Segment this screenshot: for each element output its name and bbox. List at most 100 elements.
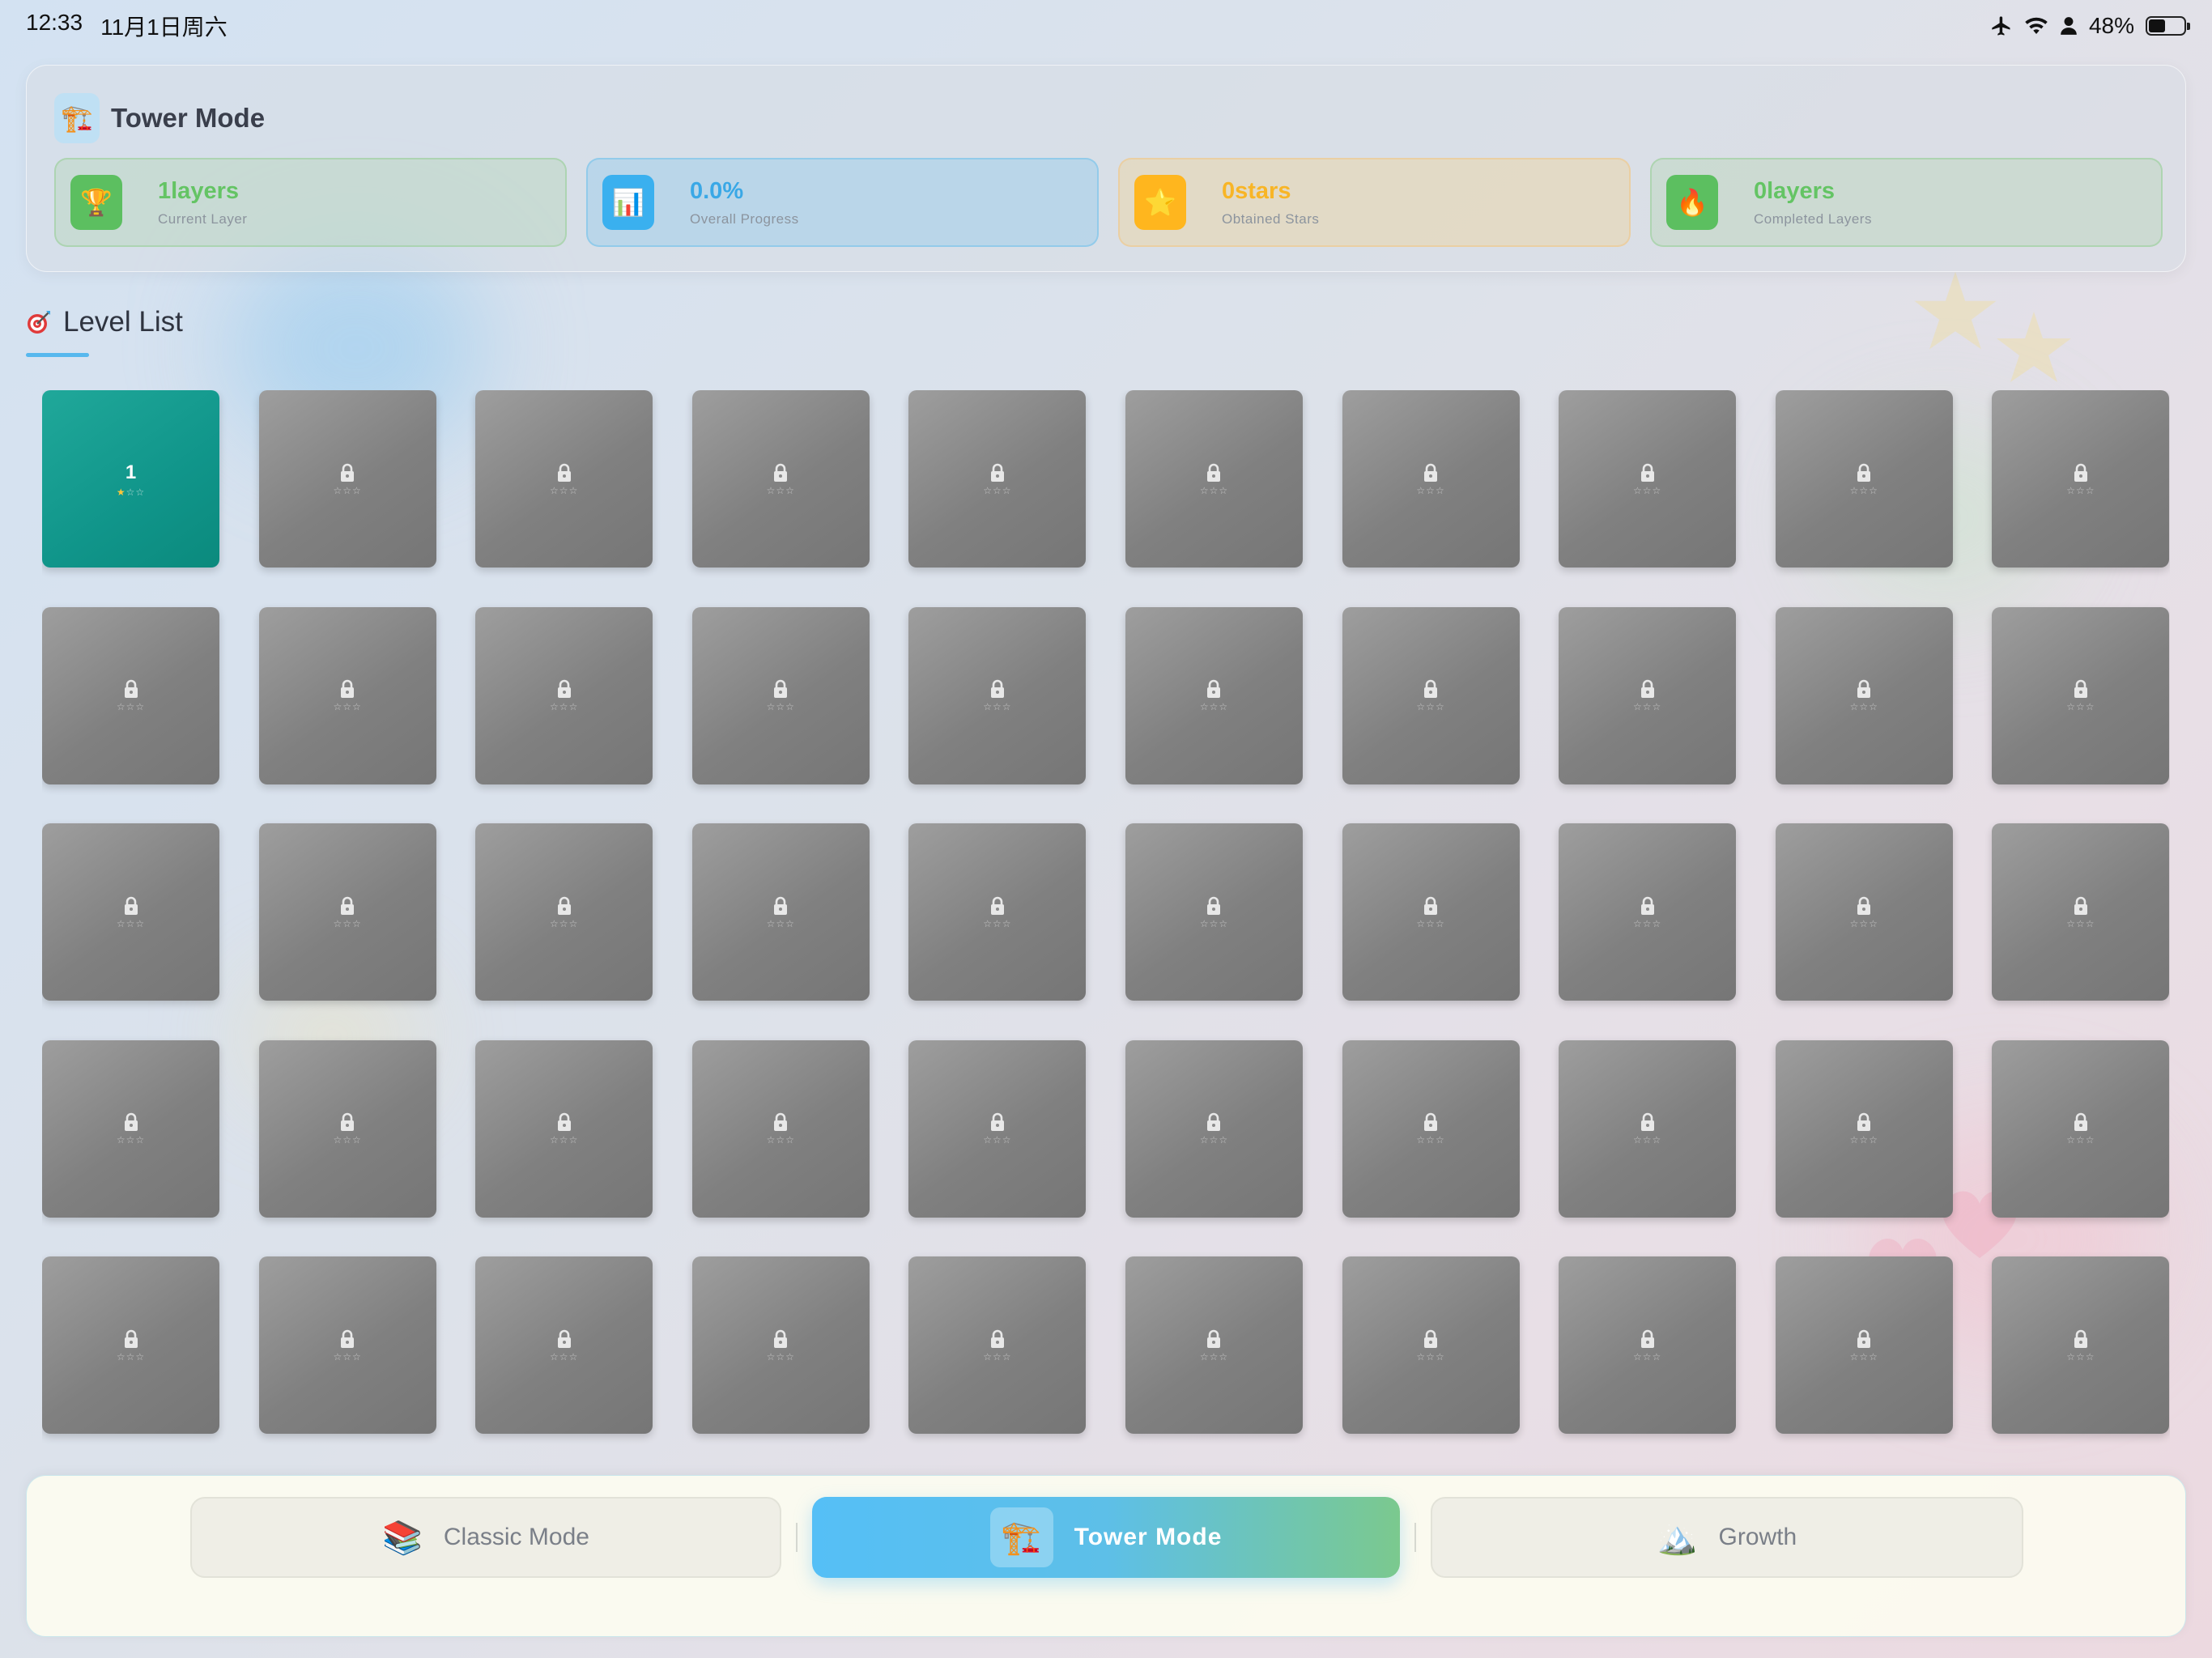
star-icon: ☆: [135, 701, 146, 712]
level-tile-locked[interactable]: ☆☆☆: [1775, 606, 1953, 784]
crane-icon: 🏗️: [54, 93, 100, 143]
stat-completed-layers: 🔥 0layers Completed Layers: [1650, 158, 2163, 247]
level-tile-locked[interactable]: ☆☆☆: [42, 823, 219, 1001]
level-tile-locked[interactable]: ☆☆☆: [1775, 1039, 1953, 1218]
level-stars: ☆☆☆: [1416, 486, 1444, 495]
star-icon: ☆: [776, 701, 786, 712]
lock-icon: [1424, 1329, 1438, 1348]
lock-icon: [341, 1329, 355, 1348]
level-tile-locked[interactable]: ☆☆☆: [1125, 1256, 1303, 1434]
level-tile-locked[interactable]: ☆☆☆: [258, 606, 436, 784]
level-tile-locked[interactable]: ☆☆☆: [1559, 390, 1737, 568]
level-tile-locked[interactable]: ☆☆☆: [1992, 1039, 2170, 1218]
level-tile-locked[interactable]: ☆☆☆: [1992, 823, 2170, 1001]
star-icon: ☆: [550, 917, 559, 929]
growth-button[interactable]: 🏔️ Growth: [1431, 1497, 2023, 1578]
level-stars: ☆☆☆: [1416, 919, 1444, 929]
star-icon: ☆: [333, 1350, 343, 1363]
level-tile-locked[interactable]: ☆☆☆: [1125, 606, 1303, 784]
star-icon: ☆: [1219, 917, 1229, 929]
level-tile-locked[interactable]: ☆☆☆: [42, 1256, 219, 1434]
classic-mode-button[interactable]: 📚 Classic Mode: [190, 1497, 781, 1578]
tower-mode-button[interactable]: 🏗️ Tower Mode: [812, 1497, 1400, 1578]
level-tile-locked[interactable]: ☆☆☆: [1559, 1039, 1737, 1218]
star-icon: ☆: [351, 917, 362, 929]
stat-label: Overall Progress: [690, 210, 799, 227]
level-tile-locked[interactable]: ☆☆☆: [1992, 390, 2170, 568]
stat-value: 0.0%: [690, 177, 744, 204]
star-icon: ☆: [1859, 484, 1870, 496]
level-tile-locked[interactable]: ☆☆☆: [1992, 606, 2170, 784]
stat-obtained-stars: ⭐ 0stars Obtained Stars: [1118, 158, 1631, 247]
level-tile-locked[interactable]: ☆☆☆: [258, 390, 436, 568]
level-tile-locked[interactable]: ☆☆☆: [258, 823, 436, 1001]
level-tile-locked[interactable]: ☆☆☆: [475, 1039, 653, 1218]
level-tile-locked[interactable]: ☆☆☆: [1559, 1256, 1737, 1434]
level-tile-locked[interactable]: ☆☆☆: [1342, 390, 1520, 568]
level-tile-locked[interactable]: ☆☆☆: [1775, 823, 1953, 1001]
level-tile-locked[interactable]: ☆☆☆: [1125, 823, 1303, 1001]
star-icon: ☆: [2066, 701, 2076, 712]
star-icon: ☆: [1199, 1134, 1210, 1146]
level-tile-locked[interactable]: ☆☆☆: [1342, 1256, 1520, 1434]
star-icon: ☆: [1209, 1350, 1219, 1363]
level-tile-locked[interactable]: ☆☆☆: [908, 1039, 1087, 1218]
star-icon: ☆: [351, 1134, 362, 1146]
star-icon: ☆: [983, 917, 993, 929]
level-tile-locked[interactable]: ☆☆☆: [1125, 1039, 1303, 1218]
star-icon: ☆: [125, 1350, 136, 1363]
star-icon: ☆: [2075, 701, 2086, 712]
level-tile-locked[interactable]: ☆☆☆: [1559, 606, 1737, 784]
star-icon: ☆: [766, 1134, 776, 1146]
level-tile-locked[interactable]: ☆☆☆: [42, 1039, 219, 1218]
nav-divider: [1414, 1523, 1416, 1552]
star-icon: ☆: [1002, 917, 1012, 929]
level-tile-locked[interactable]: ☆☆☆: [42, 606, 219, 784]
level-tile-locked[interactable]: ☆☆☆: [1559, 823, 1737, 1001]
star-icon: ☆: [1869, 1134, 1878, 1146]
level-tile-locked[interactable]: ☆☆☆: [1342, 823, 1520, 1001]
header-title: Tower Mode: [111, 103, 266, 133]
bar-chart-icon: 📊: [602, 175, 654, 230]
wifi-icon: [2025, 17, 2048, 34]
level-stars: ☆☆☆: [983, 1352, 1011, 1362]
level-tile-locked[interactable]: ☆☆☆: [1992, 1256, 2170, 1434]
star-icon: ☆: [785, 917, 795, 929]
level-tile-locked[interactable]: ☆☆☆: [908, 823, 1087, 1001]
level-tile-locked[interactable]: ☆☆☆: [475, 823, 653, 1001]
star-icon: ☆: [550, 484, 559, 496]
level-tile-locked[interactable]: ☆☆☆: [475, 606, 653, 784]
lock-icon: [1640, 896, 1654, 915]
level-tile-locked[interactable]: ☆☆☆: [1775, 1256, 1953, 1434]
stat-label: Completed Layers: [1754, 210, 1872, 227]
stat-value: 0stars: [1222, 177, 1291, 204]
star-icon: ☆: [135, 1350, 146, 1363]
star-icon: ☆: [776, 917, 786, 929]
star-icon: ☆: [1633, 1134, 1643, 1146]
lock-icon: [1207, 679, 1221, 698]
star-icon: ☆: [125, 486, 136, 498]
level-tile-locked[interactable]: ☆☆☆: [908, 1256, 1087, 1434]
level-tile-locked[interactable]: ☆☆☆: [475, 1256, 653, 1434]
level-tile-locked[interactable]: ☆☆☆: [1775, 390, 1953, 568]
level-tile-unlocked[interactable]: 1 ★☆☆: [42, 390, 219, 568]
level-tile-locked[interactable]: ☆☆☆: [908, 606, 1087, 784]
level-tile-locked[interactable]: ☆☆☆: [1342, 606, 1520, 784]
level-tile-locked[interactable]: ☆☆☆: [1342, 1039, 1520, 1218]
level-stars: ☆☆☆: [983, 1135, 1011, 1145]
level-tile-locked[interactable]: ☆☆☆: [258, 1256, 436, 1434]
level-tile-locked[interactable]: ☆☆☆: [475, 390, 653, 568]
lock-icon: [124, 1329, 138, 1348]
level-tile-locked[interactable]: ☆☆☆: [691, 1256, 870, 1434]
stat-label: Current Layer: [158, 210, 248, 227]
star-icon: ☆: [116, 1350, 126, 1363]
level-tile-locked[interactable]: ☆☆☆: [691, 606, 870, 784]
star-icon: ☆: [2085, 484, 2095, 496]
level-tile-locked[interactable]: ☆☆☆: [908, 390, 1087, 568]
level-tile-locked[interactable]: ☆☆☆: [691, 1039, 870, 1218]
level-tile-locked[interactable]: ☆☆☆: [691, 823, 870, 1001]
level-tile-locked[interactable]: ☆☆☆: [1125, 390, 1303, 568]
star-icon: ☆: [983, 1134, 993, 1146]
level-tile-locked[interactable]: ☆☆☆: [258, 1039, 436, 1218]
level-tile-locked[interactable]: ☆☆☆: [691, 390, 870, 568]
